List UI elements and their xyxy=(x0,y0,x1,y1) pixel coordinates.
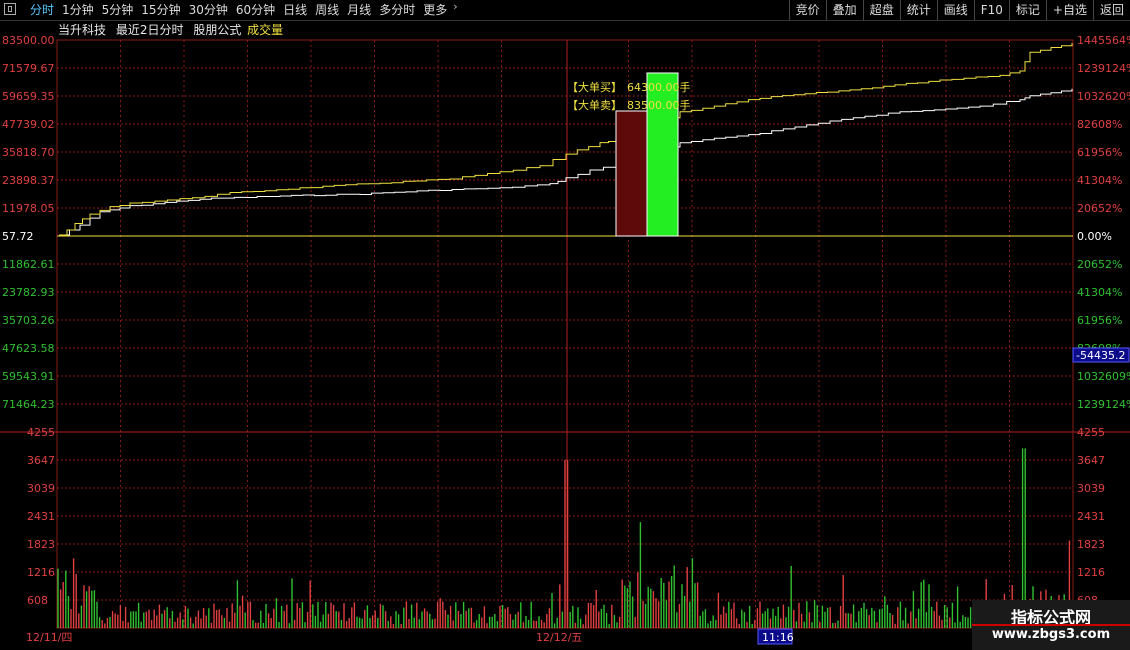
left-axis-label-6: 11978.05 xyxy=(2,202,55,215)
right-axis-label-9: 41304% xyxy=(1077,286,1122,299)
big-sell-tag: 【大单卖】 xyxy=(567,98,622,112)
watermark-divider xyxy=(972,624,1130,626)
right-axis-label-3: 82608% xyxy=(1077,118,1122,131)
vol-left-label-6: 608 xyxy=(27,594,48,607)
left-axis-label-13: 71464.23 xyxy=(2,398,55,411)
right-axis-label-8: 20652% xyxy=(1077,258,1122,271)
vol-right-label-1: 3647 xyxy=(1077,454,1105,467)
axis-labels: 83500.00 71579.67 59659.35 47739.02 35818.70… xyxy=(2,34,1130,644)
left-axis-label-11: 47623.58 xyxy=(2,342,55,355)
big-order-bars xyxy=(615,72,679,237)
vol-left-label-1: 3647 xyxy=(27,454,55,467)
right-axis-label-0: 1445564% xyxy=(1077,34,1130,47)
right-axis-label-13: 1239124% xyxy=(1077,398,1130,411)
right-axis-label-1: 1239124% xyxy=(1077,62,1130,75)
big-buy-bar xyxy=(615,110,648,237)
vol-right-label-0: 4255 xyxy=(1077,426,1105,439)
big-buy-value: 64300.00手 xyxy=(627,80,691,94)
time-cursor: 11:16 xyxy=(762,631,794,644)
right-axis-label-6: 20652% xyxy=(1077,202,1122,215)
left-axis-label-1: 71579.67 xyxy=(2,62,55,75)
big-buy-tag: 【大单买】 xyxy=(567,80,622,94)
left-axis-label-10: 35703.26 xyxy=(2,314,55,327)
vol-left-label-0: 4255 xyxy=(27,426,55,439)
big-sell-bar xyxy=(646,72,679,237)
vol-right-label-5: 1216 xyxy=(1077,566,1105,579)
cursor-value: -54435.2 xyxy=(1076,349,1125,362)
left-axis-label-2: 59659.35 xyxy=(2,90,55,103)
right-axis-label-2: 1032620% xyxy=(1077,90,1130,103)
right-axis-label-5: 41304% xyxy=(1077,174,1122,187)
date-label-0: 12/11/四 xyxy=(26,631,72,644)
left-axis-label-4: 35818.70 xyxy=(2,146,55,159)
right-axis-label-10: 61956% xyxy=(1077,314,1122,327)
left-axis-label-9: 23782.93 xyxy=(2,286,55,299)
vol-left-label-2: 3039 xyxy=(27,482,55,495)
right-axis-label-7: 0.00% xyxy=(1077,230,1112,243)
watermark: 指标公式网 www.zbgs3.com xyxy=(972,600,1130,650)
left-axis-label-3: 47739.02 xyxy=(2,118,55,131)
vol-right-label-2: 3039 xyxy=(1077,482,1105,495)
cursor-value-box: -54435.2 xyxy=(1072,347,1130,363)
left-axis-label-0: 83500.00 xyxy=(2,34,55,47)
price-line xyxy=(59,43,1073,236)
left-axis-label-12: 59543.91 xyxy=(2,370,55,383)
big-sell-value: 83500.00手 xyxy=(627,98,691,112)
average-price-line xyxy=(59,88,1073,236)
price-lines xyxy=(59,43,1073,236)
right-axis-label-4: 61956% xyxy=(1077,146,1122,159)
intraday-chart[interactable]: 83500.00 71579.67 59659.35 47739.02 35818.70… xyxy=(0,0,1130,650)
date-label-1: 12/12/五 xyxy=(536,631,582,644)
vol-left-label-3: 2431 xyxy=(27,510,55,523)
time-cursor-box: 11:16 xyxy=(757,628,794,645)
left-axis-label-7: 57.72 xyxy=(2,230,34,243)
volume-bars xyxy=(57,448,1071,628)
vol-right-label-3: 2431 xyxy=(1077,510,1105,523)
left-axis-label-5: 23898.37 xyxy=(2,174,55,187)
vol-left-label-5: 1216 xyxy=(27,566,55,579)
right-axis-label-12: 1032609% xyxy=(1077,370,1130,383)
vol-right-label-4: 1823 xyxy=(1077,538,1105,551)
watermark-url: www.zbgs3.com xyxy=(991,627,1111,642)
vol-left-label-4: 1823 xyxy=(27,538,55,551)
left-axis-label-8: 11862.61 xyxy=(2,258,55,271)
